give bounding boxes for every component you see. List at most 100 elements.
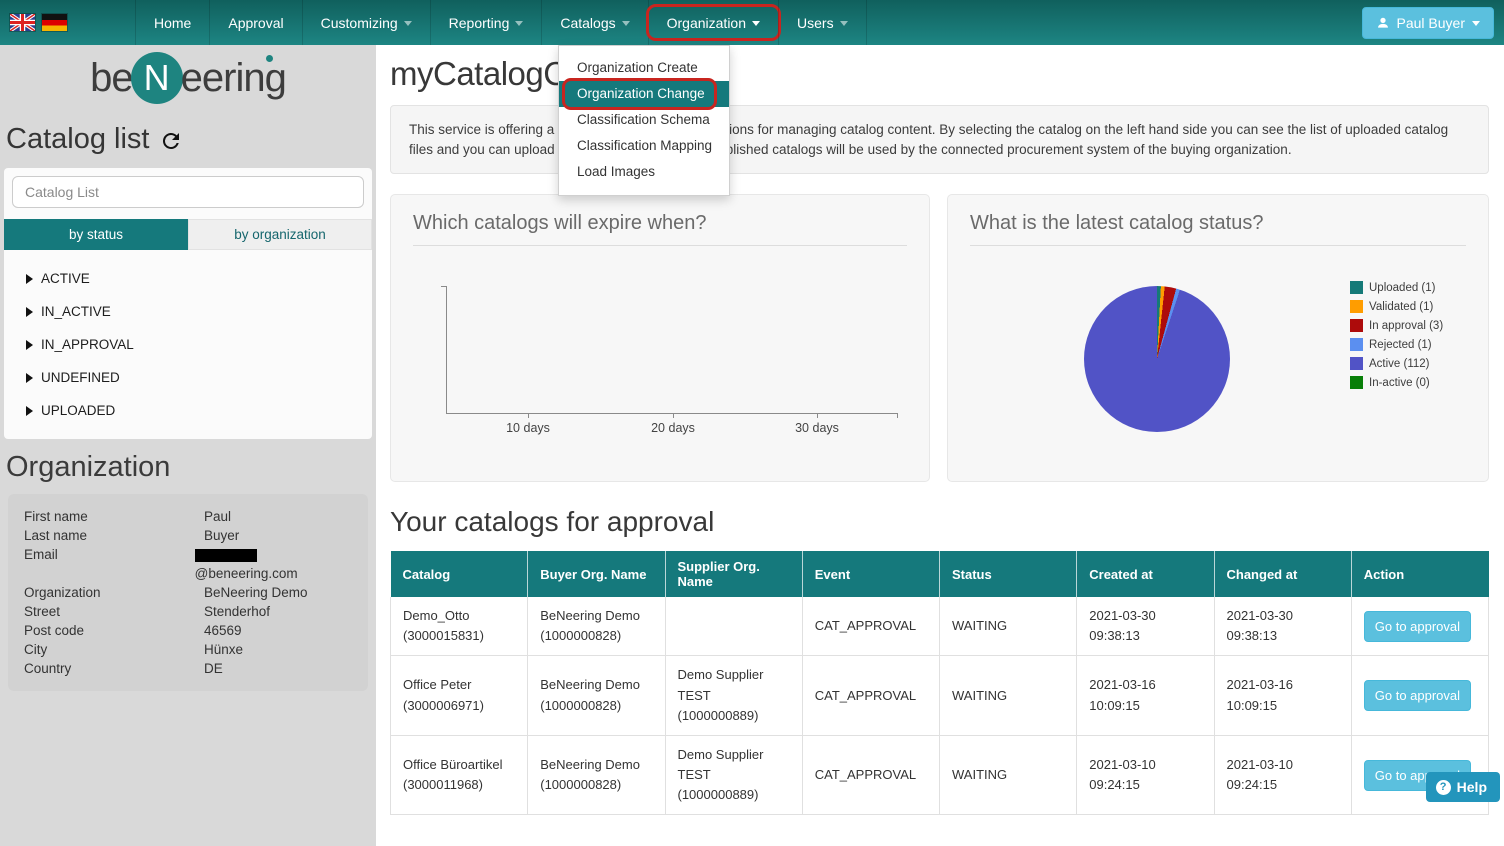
legend-label: In approval (3) — [1369, 320, 1443, 332]
refresh-icon[interactable] — [159, 129, 183, 153]
profile-row-last-name: Last nameBuyer — [24, 526, 352, 545]
status-group-uploaded[interactable]: UPLOADED — [26, 394, 362, 427]
nav-approval-label: Approval — [228, 15, 283, 31]
cell-action: Go to approval — [1351, 656, 1488, 735]
profile-label: First name — [24, 507, 204, 526]
menu-item-load-images[interactable]: Load Images — [559, 159, 729, 185]
profile-row-city: CityHünxe — [24, 640, 352, 659]
x-tick-label: 10 days — [493, 421, 563, 435]
cell-created-at: 2021-03-10 09:24:15 — [1077, 735, 1214, 814]
question-mark-icon: ? — [1436, 780, 1451, 795]
go-to-approval-button[interactable]: Go to approval — [1364, 680, 1471, 711]
nav-catalogs-label: Catalogs — [560, 15, 615, 31]
status-group-active[interactable]: ACTIVE — [26, 262, 362, 295]
nav-home[interactable]: Home — [135, 0, 209, 45]
profile-value: @beneering.com — [195, 545, 352, 583]
email-domain: @beneering.com — [195, 566, 298, 581]
chevron-down-icon — [404, 21, 412, 26]
buyer-id: (1000000828) — [540, 775, 652, 795]
legend-item: Active (112) — [1350, 354, 1443, 373]
profile-value: DE — [204, 659, 223, 678]
catalog-name: Office Büroartikel — [403, 755, 515, 775]
profile-value: Stenderhof — [204, 602, 270, 621]
main-content: myCatalogCloud This service is offering … — [376, 45, 1504, 846]
nav-users[interactable]: Users — [778, 0, 867, 45]
profile-row-first-name: First namePaul — [24, 507, 352, 526]
legend-label: Active (112) — [1369, 358, 1430, 370]
pie-legend: Uploaded (1) Validated (1) In approval (… — [1350, 278, 1443, 392]
go-to-approval-button[interactable]: Go to approval — [1364, 611, 1471, 642]
menu-item-classification-schema[interactable]: Classification Schema — [559, 107, 729, 133]
approval-table: Catalog Buyer Org. Name Supplier Org. Na… — [390, 551, 1489, 815]
profile-label: Last name — [24, 526, 204, 545]
service-intro-text: This service is offering a platform for … — [390, 105, 1489, 174]
col-header-event: Event — [802, 551, 939, 597]
col-header-changed-at: Changed at — [1214, 551, 1351, 597]
nav-customizing-label: Customizing — [321, 15, 398, 31]
profile-row-post-code: Post code46569 — [24, 621, 352, 640]
legend-label: In-active (0) — [1369, 377, 1430, 389]
buyer-id: (1000000828) — [540, 696, 652, 716]
flag-de-icon[interactable] — [42, 14, 67, 31]
caret-right-icon — [26, 274, 33, 284]
organization-heading: Organization — [0, 439, 376, 492]
supplier-id: (1000000889) — [678, 785, 790, 805]
main-menu: Home Approval Customizing Reporting Cata… — [135, 0, 867, 45]
catalog-name: Demo_Otto — [403, 606, 515, 626]
status-group-undefined[interactable]: UNDEFINED — [26, 361, 362, 394]
legend-item: In-active (0) — [1350, 373, 1443, 392]
catalog-search-input[interactable] — [12, 176, 364, 208]
cell-catalog: Office Peter(3000006971) — [391, 656, 528, 735]
cell-catalog: Office Büroartikel(3000011968) — [391, 735, 528, 814]
caret-right-icon — [26, 373, 33, 383]
cell-created-at: 2021-03-30 09:38:13 — [1077, 597, 1214, 656]
cell-status: WAITING — [940, 597, 1077, 656]
y-axis-tick — [441, 286, 447, 287]
buyer-name: BeNeering Demo — [540, 675, 652, 695]
catalog-status-pie — [1084, 286, 1230, 432]
cell-event: CAT_APPROVAL — [802, 597, 939, 656]
status-group-in-approval[interactable]: IN_APPROVAL — [26, 328, 362, 361]
status-group-in-active[interactable]: IN_ACTIVE — [26, 295, 362, 328]
supplier-name: Demo Supplier TEST — [678, 665, 790, 705]
catalog-id: (3000006971) — [403, 696, 515, 716]
catalog-id: (3000015831) — [403, 626, 515, 646]
status-group-label: IN_APPROVAL — [41, 337, 134, 352]
help-button[interactable]: ? Help — [1426, 772, 1500, 802]
status-group-label: IN_ACTIVE — [41, 304, 111, 319]
buyer-id: (1000000828) — [540, 626, 652, 646]
x-tick — [897, 413, 898, 418]
col-header-status: Status — [940, 551, 1077, 597]
tab-by-status[interactable]: by status — [4, 219, 188, 250]
menu-item-classification-mapping[interactable]: Classification Mapping — [559, 133, 729, 159]
flag-en-icon[interactable] — [10, 14, 35, 31]
logo-i-dot — [266, 55, 273, 62]
menu-item-organization-create[interactable]: Organization Create — [559, 55, 729, 81]
expire-chart-title: Which catalogs will expire when? — [413, 195, 907, 246]
user-menu-button[interactable]: Paul Buyer — [1362, 7, 1494, 39]
status-group-list: ACTIVE IN_ACTIVE IN_APPROVAL UNDEFINED U… — [12, 250, 364, 431]
menu-item-organization-change[interactable]: Organization Change — [559, 81, 729, 107]
tab-by-organization[interactable]: by organization — [188, 219, 372, 250]
profile-value: Buyer — [204, 526, 239, 545]
status-group-label: ACTIVE — [41, 271, 90, 286]
x-tick — [673, 413, 674, 418]
chevron-down-icon — [622, 21, 630, 26]
legend-label: Validated (1) — [1369, 301, 1433, 313]
chevron-down-icon — [1472, 21, 1480, 26]
col-header-supplier-org: Supplier Org. Name — [665, 551, 802, 597]
beneering-logo: be N eering — [0, 47, 376, 109]
nav-approval[interactable]: Approval — [209, 0, 301, 45]
status-group-label: UNDEFINED — [41, 370, 120, 385]
nav-catalogs[interactable]: Catalogs — [541, 0, 647, 45]
nav-reporting[interactable]: Reporting — [430, 0, 542, 45]
table-row: Demo_Otto(3000015831) BeNeering Demo(100… — [391, 597, 1489, 656]
cell-changed-at: 2021-03-30 09:38:13 — [1214, 597, 1351, 656]
nav-organization[interactable]: Organization — [648, 0, 778, 45]
nav-customizing[interactable]: Customizing — [302, 0, 430, 45]
legend-swatch — [1350, 376, 1363, 389]
cell-changed-at: 2021-03-10 09:24:15 — [1214, 735, 1351, 814]
legend-swatch — [1350, 319, 1363, 332]
status-chart-panel: What is the latest catalog status? Uploa… — [947, 194, 1489, 482]
cell-buyer-org: BeNeering Demo(1000000828) — [528, 735, 665, 814]
